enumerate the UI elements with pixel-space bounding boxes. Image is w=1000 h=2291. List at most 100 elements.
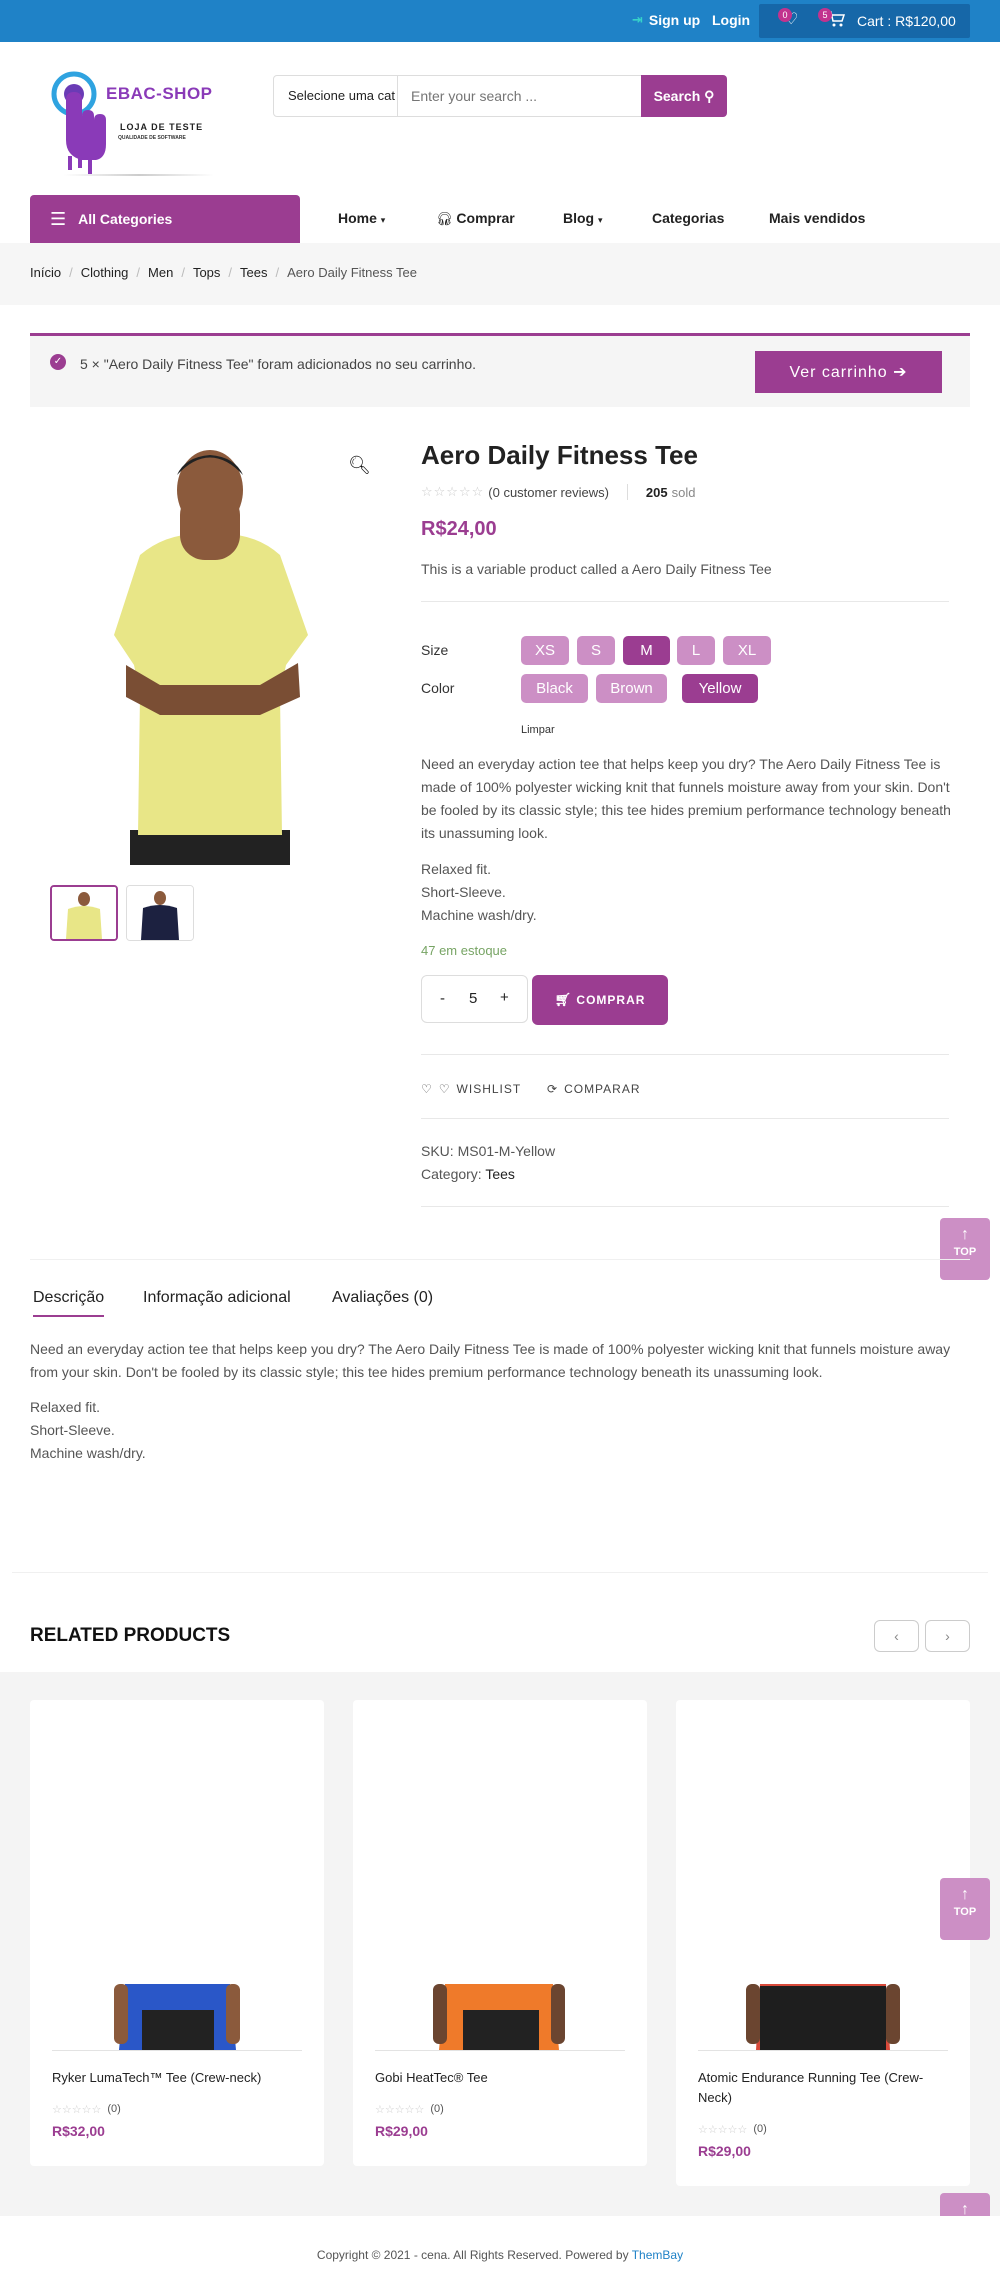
- feature-item: Short-Sleeve.: [421, 884, 506, 900]
- nav-comprar[interactable]: 🎧︎ Comprar: [436, 210, 515, 227]
- chevron-right-icon: ›: [945, 1628, 950, 1644]
- breadcrumb-bar: Início / Clothing / Men / Tops / Tees / Aero …: [0, 243, 1000, 305]
- buy-button[interactable]: 🛒︎ COMPRAR: [532, 975, 668, 1025]
- nav-blog[interactable]: Blog ▾: [563, 210, 603, 226]
- zoom-icon[interactable]: 🔍︎: [348, 455, 371, 476]
- signup-link[interactable]: ⇥ Sign up: [632, 12, 700, 28]
- color-option-brown[interactable]: Brown: [596, 674, 667, 703]
- stock-status: 47 em estoque: [421, 943, 508, 958]
- powered-by-link[interactable]: ThemBay: [632, 2248, 683, 2262]
- nav-home[interactable]: Home ▾: [338, 210, 385, 226]
- cart-box[interactable]: ♡ 0 5 Cart : R$120,00: [759, 4, 970, 38]
- product-card-price: R$29,00: [375, 2123, 428, 2139]
- back-to-top-button[interactable]: ↑ TOP: [940, 1878, 990, 1940]
- all-categories-button[interactable]: ☰ All Categories: [30, 195, 300, 243]
- carousel-next-button[interactable]: ›: [925, 1620, 970, 1652]
- color-label: Color: [421, 680, 455, 696]
- product-card[interactable]: Ryker LumaTech™ Tee (Crew-neck) ☆☆☆☆☆ (0)…: [30, 1700, 324, 2166]
- decrease-quantity-button[interactable]: -: [440, 990, 445, 1007]
- product-card-name[interactable]: Atomic Endurance Running Tee (Crew-Neck): [698, 2068, 954, 2108]
- search-category-select[interactable]: Selecione uma cat: [274, 76, 398, 116]
- back-to-top-button[interactable]: ↑ TOP: [940, 1218, 990, 1280]
- buy-button-label: COMPRAR: [576, 993, 646, 1007]
- wishlist-link[interactable]: ♡ ♡ WISHLIST: [421, 1082, 521, 1096]
- compare-label: COMPARAR: [564, 1082, 641, 1096]
- compare-link[interactable]: ⟳ COMPARAR: [547, 1082, 641, 1096]
- size-option-m[interactable]: M: [623, 636, 670, 665]
- feature-list: Relaxed fit. Short-Sleeve. Machine wash/…: [421, 858, 537, 927]
- related-products-title: RELATED PRODUCTS: [30, 1625, 231, 1646]
- color-option-yellow[interactable]: Yellow: [682, 674, 758, 703]
- heart-icon: ♡: [421, 1082, 433, 1096]
- cart-notice: ✓ 5 × "Aero Daily Fitness Tee" foram adi…: [30, 333, 970, 407]
- heart-icon: ♡: [438, 1082, 451, 1096]
- top-bar: ⇥ Sign up Login ♡ 0 5 Cart : R$120,00: [0, 0, 1000, 42]
- breadcrumb-item[interactable]: Início: [30, 265, 61, 280]
- arrow-up-icon: ↑: [961, 1226, 969, 1243]
- quantity-value[interactable]: 5: [469, 990, 477, 1007]
- product-card-image[interactable]: [30, 1700, 324, 2050]
- color-option-black[interactable]: Black: [521, 674, 588, 703]
- refresh-icon: ⟳: [547, 1082, 559, 1096]
- review-count-link[interactable]: (0 customer reviews): [488, 485, 609, 500]
- product-sku: SKU: MS01-M-Yellow: [421, 1143, 556, 1159]
- product-card-name[interactable]: Ryker LumaTech™ Tee (Crew-neck): [52, 2068, 308, 2088]
- breadcrumb-item[interactable]: Clothing: [81, 265, 129, 280]
- category-link[interactable]: Tees: [485, 1166, 515, 1182]
- check-circle-icon: ✓: [50, 354, 66, 370]
- feature-item: Relaxed fit.: [421, 861, 492, 877]
- search-button-label: Search: [653, 87, 701, 104]
- logo-line2: QUALIDADE DE SOFTWARE: [118, 135, 186, 141]
- product-card-image[interactable]: [676, 1700, 970, 2050]
- nav-categorias[interactable]: Categorias: [652, 210, 724, 226]
- wishlist-count-badge: 0: [778, 8, 792, 22]
- breadcrumb-item[interactable]: Tops: [193, 265, 220, 280]
- feature-item: Short-Sleeve.: [30, 1422, 115, 1438]
- tab-additional-info[interactable]: Informação adicional: [143, 1289, 291, 1307]
- back-to-top-label: TOP: [953, 1906, 977, 1918]
- copyright-text: Copyright © 2021 - cena. All Rights Rese…: [316, 2248, 684, 2262]
- product-card-rating: ☆☆☆☆☆ (0): [698, 2123, 767, 2136]
- cart-total: Cart : R$120,00: [857, 13, 956, 29]
- tab-description-text: Need an everyday action tee that helps k…: [30, 1341, 951, 1380]
- arrow-up-icon: ↑: [961, 1886, 969, 1903]
- search-input[interactable]: [399, 76, 614, 116]
- size-option-xl[interactable]: XL: [723, 636, 771, 665]
- breadcrumb-item[interactable]: Men: [148, 265, 173, 280]
- size-option-l[interactable]: L: [677, 636, 715, 665]
- product-card[interactable]: Gobi HeatTec® Tee ☆☆☆☆☆ (0) R$29,00: [353, 1700, 647, 2166]
- size-option-xs[interactable]: XS: [521, 636, 569, 665]
- breadcrumb-item[interactable]: Tees: [240, 265, 267, 280]
- logo-brand: EBAC-SHOP: [106, 84, 213, 103]
- product-price: R$24,00: [421, 518, 497, 540]
- star-rating-icon: ☆☆☆☆☆: [375, 2104, 425, 2116]
- notice-text: 5 × "Aero Daily Fitness Tee" foram adici…: [80, 356, 477, 372]
- product-card[interactable]: Atomic Endurance Running Tee (Crew-Neck)…: [676, 1700, 970, 2186]
- product-main-image[interactable]: [30, 435, 375, 865]
- login-link[interactable]: Login: [712, 12, 750, 28]
- divider: [421, 1054, 949, 1055]
- view-cart-button[interactable]: Ver carrinho ➔: [755, 351, 942, 393]
- size-label: Size: [421, 642, 449, 658]
- section-divider: [12, 1572, 988, 1573]
- clear-selection-link[interactable]: Limpar: [521, 724, 555, 736]
- carousel-prev-button[interactable]: ‹: [874, 1620, 919, 1652]
- site-logo[interactable]: EBAC-SHOP LOJA DE TESTE QUALIDADE DE SOF…: [44, 70, 234, 178]
- product-card-image[interactable]: [353, 1700, 647, 2050]
- star-rating-icon: ☆☆☆☆☆: [52, 2104, 102, 2116]
- chevron-left-icon: ‹: [894, 1628, 899, 1644]
- search-icon: ⚲: [704, 87, 715, 104]
- nav-mais-vendidos[interactable]: Mais vendidos: [769, 210, 865, 226]
- product-thumbnail-navy[interactable]: [126, 885, 194, 941]
- size-option-s[interactable]: S: [577, 636, 615, 665]
- product-rating: ☆☆☆☆☆ (0 customer reviews) 205 sold: [421, 484, 695, 500]
- increase-quantity-button[interactable]: +: [500, 989, 509, 1006]
- menu-icon: ☰: [50, 208, 67, 229]
- tab-description[interactable]: Descrição: [33, 1289, 105, 1317]
- star-rating-icon: ☆☆☆☆☆: [421, 484, 485, 499]
- search-button[interactable]: Search ⚲: [641, 75, 727, 117]
- tab-reviews[interactable]: Avaliações (0): [332, 1289, 433, 1307]
- star-rating-icon: ☆☆☆☆☆: [698, 2124, 748, 2136]
- product-thumbnail-yellow[interactable]: [50, 885, 118, 941]
- product-card-name[interactable]: Gobi HeatTec® Tee: [375, 2068, 631, 2088]
